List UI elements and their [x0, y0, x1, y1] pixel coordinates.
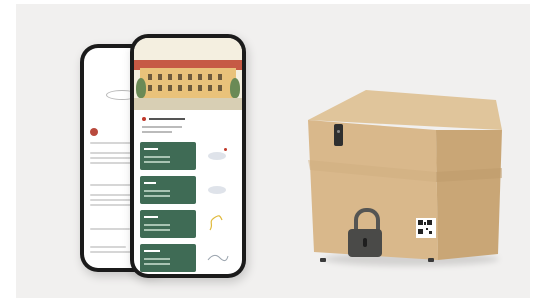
text-line — [90, 162, 134, 164]
card-detail-line — [144, 263, 170, 265]
latch-button-icon — [337, 130, 340, 133]
activity-card[interactable] — [140, 210, 196, 238]
activity-card[interactable] — [140, 142, 196, 170]
front-phone-screen — [134, 38, 242, 274]
qr-code-icon — [416, 218, 436, 238]
path-illustration-icon — [204, 214, 230, 232]
card-title-placeholder — [144, 182, 156, 184]
card-detail-line — [144, 229, 170, 231]
building-illustration-icon — [134, 38, 242, 110]
card-detail-line — [144, 195, 170, 197]
section-subtitle-placeholder — [142, 131, 172, 133]
activity-card[interactable] — [140, 244, 196, 272]
map-illustration-icon — [204, 248, 230, 266]
section-title-placeholder — [149, 118, 185, 120]
card-detail-line — [144, 258, 170, 260]
tent-illustration-icon — [204, 146, 230, 164]
card-title-placeholder — [144, 148, 158, 150]
activity-card[interactable] — [140, 176, 196, 204]
card-detail-line — [144, 161, 170, 163]
card-title-placeholder — [144, 216, 158, 218]
card-detail-line — [144, 156, 170, 158]
lockbox — [306, 82, 506, 270]
card-detail-line — [144, 190, 170, 192]
text-line — [90, 246, 126, 248]
app-logo-icon — [90, 128, 98, 136]
status-dot-icon — [142, 117, 146, 121]
cardboard-box-icon — [308, 90, 502, 260]
latch-icon — [334, 124, 343, 146]
text-line — [90, 228, 130, 230]
card-detail-line — [144, 224, 170, 226]
tent-illustration-icon — [204, 180, 230, 198]
box-foot — [320, 258, 326, 262]
text-line — [90, 251, 132, 253]
keyhole-icon — [363, 238, 367, 247]
section-subtitle-placeholder — [142, 126, 182, 128]
box-foot — [428, 258, 434, 262]
text-line — [90, 199, 132, 201]
card-title-placeholder — [144, 250, 160, 252]
product-image — [16, 4, 530, 298]
front-phone — [130, 34, 246, 278]
